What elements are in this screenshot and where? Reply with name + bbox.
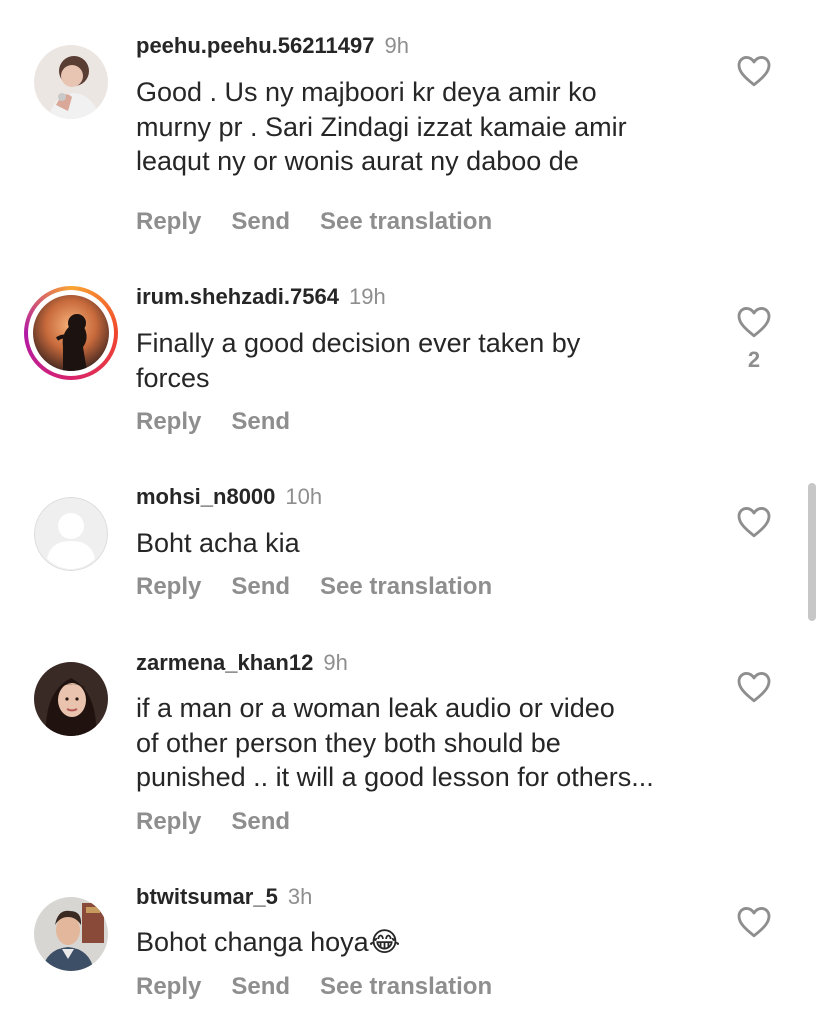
avatar bbox=[33, 295, 109, 371]
like-count[interactable]: 2 bbox=[736, 347, 772, 373]
send-button[interactable]: Send bbox=[231, 573, 290, 601]
heart-outline-icon[interactable] bbox=[736, 54, 772, 87]
username[interactable]: mohsi_n8000 bbox=[136, 484, 275, 509]
see-translation-button[interactable]: See translation bbox=[320, 208, 492, 236]
comment-actions: Reply Send bbox=[136, 408, 320, 436]
reply-button[interactable]: Reply bbox=[136, 808, 201, 836]
reply-button[interactable]: Reply bbox=[136, 573, 201, 601]
send-button[interactable]: Send bbox=[231, 973, 290, 1001]
avatar[interactable] bbox=[34, 45, 108, 119]
avatar[interactable] bbox=[34, 662, 108, 736]
timestamp: 19h bbox=[348, 284, 386, 309]
comment-header: mohsi_n8000 10h bbox=[136, 484, 322, 510]
comment-text: Finally a good decision ever taken by fo… bbox=[136, 328, 581, 393]
comment-header: peehu.peehu.56211497 9h bbox=[136, 33, 409, 59]
reply-button[interactable]: Reply bbox=[136, 208, 201, 236]
comment-header: irum.shehzadi.7564 19h bbox=[136, 284, 386, 310]
avatar[interactable] bbox=[34, 497, 108, 571]
comment-actions: Reply Send bbox=[136, 808, 320, 836]
comment-header: zarmena_khan12 9h bbox=[136, 650, 348, 676]
comment-text: Bohot changa hoya😂 bbox=[136, 927, 401, 957]
heart-outline-icon[interactable] bbox=[736, 905, 772, 938]
comment-text: Good . Us ny majboori kr deya amir ko mu… bbox=[136, 77, 627, 176]
timestamp: 10h bbox=[285, 484, 323, 509]
reply-button[interactable]: Reply bbox=[136, 408, 201, 436]
timestamp: 3h bbox=[287, 884, 313, 909]
send-button[interactable]: Send bbox=[231, 808, 290, 836]
avatar[interactable] bbox=[34, 897, 108, 971]
heart-outline-icon[interactable] bbox=[736, 305, 772, 338]
heart-outline-icon[interactable] bbox=[736, 670, 772, 703]
username[interactable]: btwitsumar_5 bbox=[136, 884, 278, 909]
reply-button[interactable]: Reply bbox=[136, 973, 201, 1001]
timestamp: 9h bbox=[384, 33, 409, 58]
comment-actions: Reply Send See translation bbox=[136, 573, 522, 601]
see-translation-button[interactable]: See translation bbox=[320, 573, 492, 601]
see-translation-button[interactable]: See translation bbox=[320, 973, 492, 1001]
username[interactable]: zarmena_khan12 bbox=[136, 650, 313, 675]
scrollbar-thumb[interactable] bbox=[808, 483, 816, 621]
username[interactable]: peehu.peehu.56211497 bbox=[136, 33, 374, 58]
comment-actions: Reply Send See translation bbox=[136, 973, 522, 1001]
avatar-story-ring[interactable] bbox=[24, 286, 118, 380]
heart-outline-icon[interactable] bbox=[736, 505, 772, 538]
comment-actions: Reply Send See translation bbox=[136, 208, 522, 236]
send-button[interactable]: Send bbox=[231, 408, 290, 436]
username[interactable]: irum.shehzadi.7564 bbox=[136, 284, 339, 309]
comment-text: Boht acha kia bbox=[136, 528, 300, 558]
timestamp: 9h bbox=[323, 650, 348, 675]
comment-header: btwitsumar_5 3h bbox=[136, 884, 312, 910]
comment-text: if a man or a woman leak audio or video … bbox=[136, 693, 654, 792]
send-button[interactable]: Send bbox=[231, 208, 290, 236]
